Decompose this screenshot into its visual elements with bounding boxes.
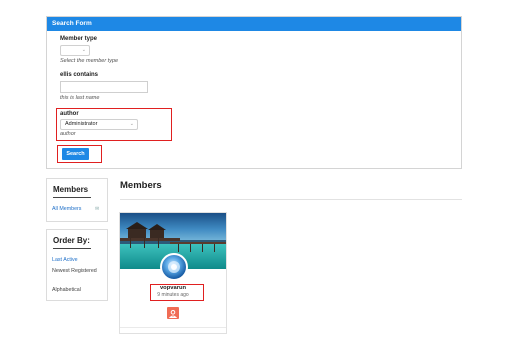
- user-icon: [168, 310, 178, 318]
- card-divider: [120, 327, 226, 328]
- members-divider: [120, 199, 462, 200]
- members-heading: Members: [120, 180, 162, 191]
- member-type-select[interactable]: ⌄: [60, 45, 90, 56]
- widget-underline: [53, 248, 91, 249]
- ellis-help: this is last name: [60, 95, 100, 101]
- order-by-title: Order By:: [53, 236, 90, 245]
- member-type-help: Select the member type: [60, 58, 119, 64]
- ellis-label: ellis contains: [60, 72, 99, 78]
- ellis-input[interactable]: [60, 81, 148, 93]
- chevron-down-icon: ⌄: [129, 121, 134, 127]
- order-last-active[interactable]: Last Active: [52, 257, 78, 263]
- member-card[interactable]: vopvarun 9 minutes ago: [119, 212, 227, 334]
- widget-underline: [53, 197, 91, 198]
- member-avatar[interactable]: [160, 253, 188, 281]
- author-label: author: [60, 111, 79, 117]
- chevron-down-icon: ⌄: [81, 47, 86, 53]
- author-selected: Administrator: [65, 121, 98, 127]
- member-last-active: 9 minutes ago: [157, 292, 189, 298]
- order-newest-registered[interactable]: Newest Registered: [52, 267, 102, 275]
- search-form-header: Search Form: [47, 17, 461, 31]
- order-alphabetical[interactable]: Alphabetical: [52, 286, 81, 294]
- members-widget-title: Members: [53, 185, 89, 194]
- search-button[interactable]: Search: [62, 148, 89, 160]
- author-help: author: [60, 131, 76, 137]
- members-count-icon: ✉: [95, 206, 100, 212]
- member-name[interactable]: vopvarun: [120, 285, 226, 291]
- all-members-link[interactable]: All Members: [52, 206, 81, 212]
- follow-button[interactable]: [167, 307, 179, 319]
- members-widget: Members: [46, 178, 108, 222]
- member-type-label: Member type: [60, 36, 98, 42]
- author-select[interactable]: Administrator ⌄: [60, 119, 138, 130]
